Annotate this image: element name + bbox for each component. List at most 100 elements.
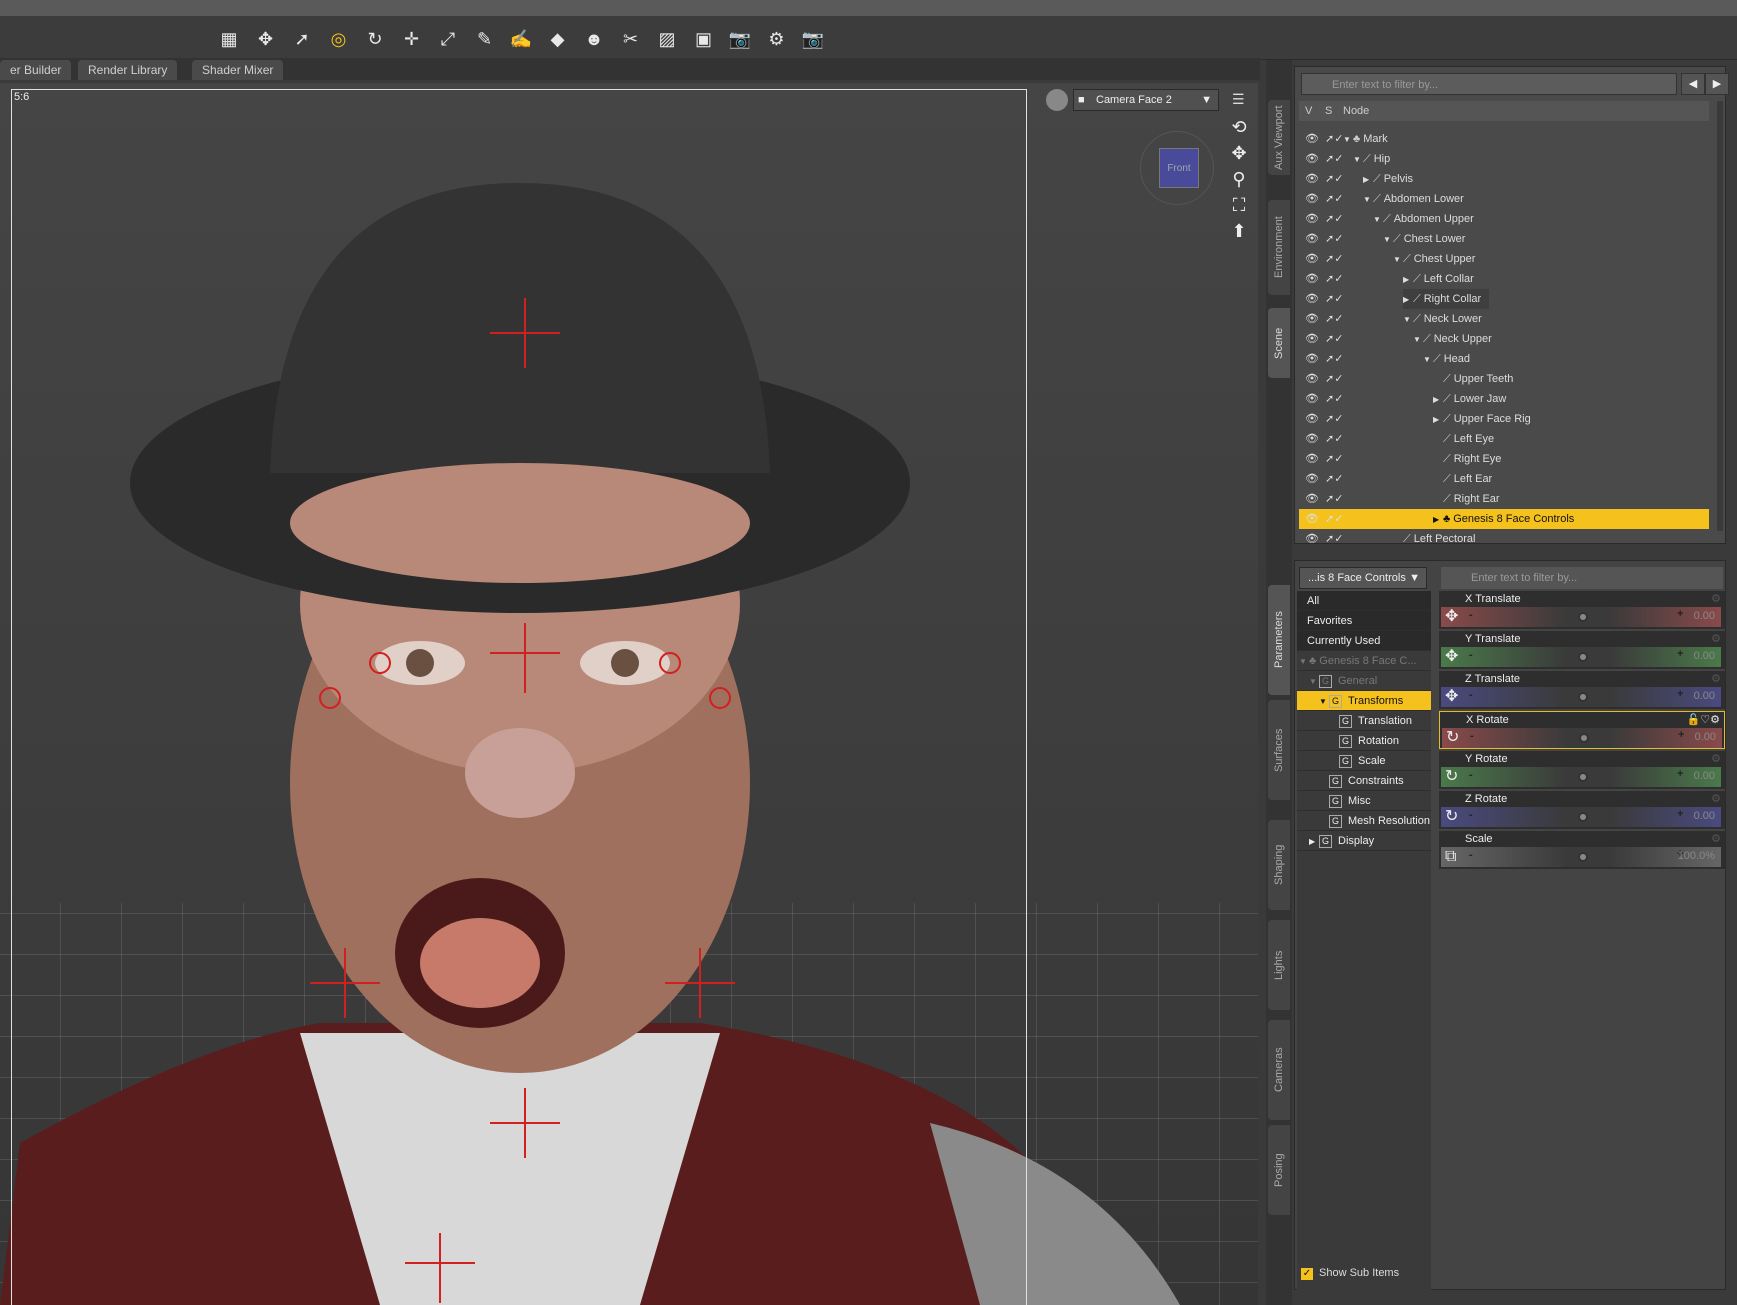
scale-icon[interactable]: ⤢ (435, 26, 461, 52)
property-group[interactable]: G Mesh Resolution (1297, 811, 1431, 831)
scene-node[interactable]: 👁 ➚✓ ▼ ⟋ Neck Upper (1299, 329, 1709, 349)
slider-knob[interactable] (1578, 852, 1588, 862)
side-tab-lights[interactable]: Lights (1268, 920, 1290, 1010)
eye-icon[interactable]: 👁 (1305, 469, 1319, 489)
scene-node[interactable]: 👁 ➚✓ ▶ ⟋ Upper Face Rig (1299, 409, 1709, 429)
property-group[interactable]: Currently Used (1297, 631, 1431, 651)
figure-setup-icon[interactable]: ☻ (581, 26, 607, 52)
slider-x-rotate[interactable]: X Rotate 🔓♡⚙ ↻ - +0.00 (1439, 711, 1725, 749)
selectable-icon[interactable]: ➚✓ (1325, 449, 1343, 469)
slider-value[interactable]: 0.00 (1694, 810, 1715, 822)
gear-icon[interactable]: ⚙ (1711, 632, 1721, 645)
property-group[interactable]: ▼ G Transforms (1297, 691, 1431, 711)
translate-icon[interactable]: ✛ (399, 26, 425, 52)
slider-z-rotate[interactable]: Z Rotate ⚙ ↻ - +0.00 (1439, 791, 1725, 829)
scene-node[interactable]: 👁 ➚✓ ⟋ Left Pectoral (1299, 529, 1709, 549)
increment-button[interactable]: + (1677, 768, 1683, 780)
increment-button[interactable]: + (1677, 808, 1683, 820)
grid-icon[interactable]: ▦ (216, 26, 242, 52)
increment-button[interactable]: + (1677, 648, 1683, 660)
slider-x-translate[interactable]: X Translate ⚙ ✥ - +0.00 (1439, 591, 1725, 629)
eye-icon[interactable]: 👁 (1305, 269, 1319, 289)
eye-icon[interactable]: 👁 (1305, 529, 1319, 549)
side-tab-cameras[interactable]: Cameras (1268, 1020, 1290, 1120)
viewport-menu-icon[interactable]: ☰ (1232, 91, 1245, 108)
scene-node[interactable]: 👁 ➚✓ ⟋ Left Eye (1299, 429, 1709, 449)
increment-button[interactable]: + (1677, 608, 1683, 620)
decrement-button[interactable]: - (1469, 849, 1473, 861)
eye-icon[interactable]: 👁 (1305, 209, 1319, 229)
selectable-icon[interactable]: ➚✓ (1325, 249, 1343, 269)
render-icon[interactable]: 📷 (800, 26, 826, 52)
eye-icon[interactable]: 👁 (1305, 449, 1319, 469)
scene-node[interactable]: 👁 ➚✓ ⟋ Upper Teeth (1299, 369, 1709, 389)
scene-node[interactable]: 👁 ➚✓ ⟋ Left Ear (1299, 469, 1709, 489)
view-cube[interactable]: Front (1140, 131, 1214, 205)
gear-icon[interactable]: ⚙ (1711, 792, 1721, 805)
slider-knob[interactable] (1578, 652, 1588, 662)
scene-node[interactable]: 👁 ➚✓ ▼ ⟋ Head (1299, 349, 1709, 369)
decrement-button[interactable]: - (1469, 689, 1473, 701)
eye-icon[interactable]: 👁 (1305, 329, 1319, 349)
side-tab-environment[interactable]: Environment (1268, 200, 1290, 295)
expand-right-icon[interactable]: ▶ (1433, 410, 1443, 430)
gear-icon[interactable]: ⚙ (1711, 592, 1721, 605)
eye-icon[interactable]: 👁 (1305, 169, 1319, 189)
property-group[interactable]: G Scale (1297, 751, 1431, 771)
expand-down-icon[interactable]: ▼ (1413, 330, 1423, 350)
selectable-icon[interactable]: ➚✓ (1325, 229, 1343, 249)
slider-knob[interactable] (1578, 772, 1588, 782)
slider-track[interactable]: ✥ - +0.00 (1441, 607, 1721, 627)
pan-icon[interactable]: ✥ (1228, 143, 1250, 165)
selectable-icon[interactable]: ➚✓ (1325, 209, 1343, 229)
selectable-icon[interactable]: ➚✓ (1325, 429, 1343, 449)
selectable-icon[interactable]: ➚✓ (1325, 169, 1343, 189)
selectable-icon[interactable]: ➚✓ (1325, 309, 1343, 329)
expand-right-icon[interactable]: ▶ (1363, 170, 1373, 190)
scene-node[interactable]: 👁 ➚✓ ▶ ♣ Genesis 8 Face Controls (1299, 509, 1709, 529)
property-group[interactable]: G Rotation (1297, 731, 1431, 751)
property-group[interactable]: ▼ ♣ Genesis 8 Face C... (1297, 651, 1431, 671)
eye-icon[interactable]: 👁 (1305, 249, 1319, 269)
decrement-button[interactable]: - (1469, 649, 1473, 661)
eye-icon[interactable]: 👁 (1305, 229, 1319, 249)
eye-icon[interactable]: 👁 (1305, 409, 1319, 429)
rotate-icon[interactable]: ↻ (362, 26, 388, 52)
increment-button[interactable]: + (1678, 729, 1684, 741)
selectable-icon[interactable]: ➚✓ (1325, 149, 1343, 169)
eye-icon[interactable]: 👁 (1305, 369, 1319, 389)
expand-down-icon[interactable]: ▼ (1309, 672, 1319, 692)
expand-down-icon[interactable]: ▼ (1343, 130, 1353, 150)
selectable-icon[interactable]: ➚✓ (1325, 509, 1343, 529)
expand-right-icon[interactable]: ▶ (1433, 510, 1443, 530)
slider-scale[interactable]: Scale ⚙ ⧉ - +100.0% (1439, 831, 1725, 869)
col-visible[interactable]: V (1305, 101, 1312, 121)
next-button[interactable]: ▶ (1705, 73, 1729, 95)
expand-down-icon[interactable]: ▼ (1319, 692, 1329, 712)
selectable-icon[interactable]: ➚✓ (1325, 349, 1343, 369)
eye-icon[interactable]: 👁 (1305, 389, 1319, 409)
scene-node[interactable]: 👁 ➚✓ ▶ ⟋ Lower Jaw (1299, 389, 1709, 409)
tab-0[interactable]: er Builder (0, 60, 72, 80)
lock-favorite-gear-icons[interactable]: 🔓♡⚙ (1687, 713, 1720, 726)
eye-icon[interactable]: 👁 (1305, 509, 1319, 529)
select-icon[interactable]: ➚ (289, 26, 315, 52)
expand-down-icon[interactable]: ▼ (1299, 652, 1309, 672)
side-tab-parameters[interactable]: Parameters (1268, 585, 1290, 695)
slider-knob[interactable] (1578, 612, 1588, 622)
expand-right-icon[interactable]: ▶ (1403, 270, 1413, 290)
parameter-filter-input[interactable]: Enter text to filter by... (1441, 567, 1723, 589)
draw-style-icon[interactable] (1046, 89, 1068, 111)
selectable-icon[interactable]: ➚✓ (1325, 389, 1343, 409)
previous-button[interactable]: ◀ (1681, 73, 1705, 95)
side-tab-posing[interactable]: Posing (1268, 1125, 1290, 1215)
active-pose-icon[interactable]: ▨ (654, 26, 680, 52)
scene-filter-input[interactable]: Enter text to filter by... (1301, 73, 1677, 95)
scene-node[interactable]: 👁 ➚✓ ▶ ⟋ Left Collar (1299, 269, 1709, 289)
selectable-icon[interactable]: ➚✓ (1325, 409, 1343, 429)
geometry-editor-icon[interactable]: ✍ (508, 26, 534, 52)
scene-node[interactable]: 👁 ➚✓ ▼ ⟋ Hip (1299, 149, 1709, 169)
property-group[interactable]: G Translation (1297, 711, 1431, 731)
scene-node[interactable]: 👁 ➚✓ ⟋ Right Eye (1299, 449, 1709, 469)
expand-down-icon[interactable]: ▼ (1403, 310, 1413, 330)
